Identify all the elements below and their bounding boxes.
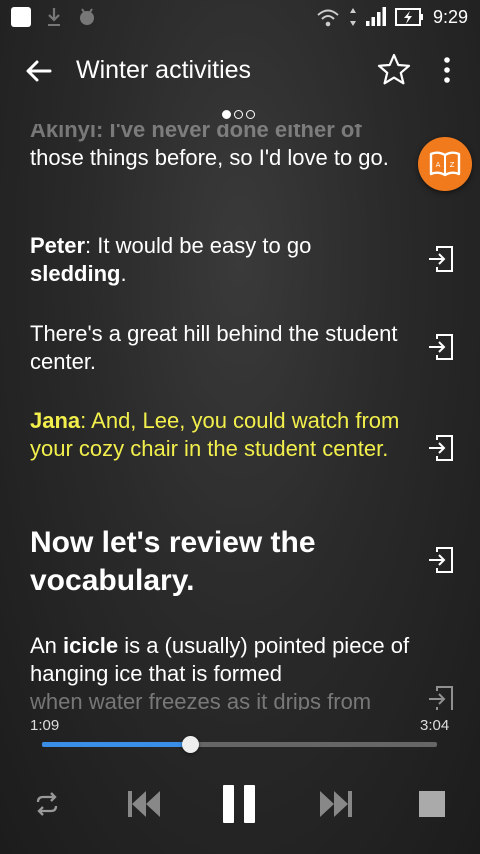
data-arrows-icon	[349, 8, 356, 26]
goto-icon[interactable]	[426, 684, 456, 710]
skip-next-icon[interactable]	[318, 788, 354, 820]
app-bar: Winter activities	[0, 40, 480, 104]
transcript-line-current[interactable]: Jana: And, Lee, you could watch from you…	[30, 407, 410, 463]
clock: 9:29	[432, 6, 468, 27]
page-title: Winter activities	[76, 56, 252, 84]
download-icon	[48, 8, 60, 26]
vocab-word: sledding	[30, 261, 121, 286]
page-dot-active[interactable]	[222, 110, 231, 119]
transcript-line[interactable]: those things before, so I'd love to go.	[30, 144, 410, 172]
stop-icon[interactable]	[419, 791, 445, 817]
skip-previous-icon[interactable]	[126, 788, 162, 820]
dictionary-icon: A Z	[429, 151, 461, 177]
seek-thumb[interactable]	[182, 736, 200, 753]
seek-bar[interactable]	[42, 736, 437, 753]
page-indicator	[222, 110, 255, 119]
total-time: 3:04	[420, 717, 450, 734]
page-dot[interactable]	[246, 110, 255, 119]
transcript-heading[interactable]: Now let's review the vocabulary.	[30, 524, 410, 600]
goto-icon[interactable]	[426, 332, 456, 362]
wifi-icon	[317, 9, 339, 27]
transcript-line[interactable]: An icicle is a (usually) pointed piece o…	[30, 632, 410, 710]
transcript-line[interactable]: There's a great hill behind the student …	[30, 320, 410, 376]
notification-square-icon	[11, 7, 31, 27]
dictionary-button[interactable]: A Z	[418, 137, 472, 191]
speaker-name: Peter	[30, 233, 86, 258]
svg-text:Z: Z	[450, 161, 455, 169]
android-debug-icon	[80, 8, 94, 25]
transcript-line[interactable]: Peter: It would be easy to go sledding.	[30, 232, 410, 288]
vocab-word: icicle	[63, 633, 119, 658]
repeat-icon[interactable]	[32, 789, 62, 819]
transcript-cut-line: Akinyi: I've never done either of	[30, 124, 362, 142]
transcript: Akinyi: I've never done either of those …	[0, 124, 480, 710]
speaker-name: Jana	[30, 408, 81, 433]
goto-icon[interactable]	[426, 433, 456, 463]
status-bar: 9:29	[0, 0, 480, 36]
seek-progress	[42, 742, 191, 747]
pause-icon[interactable]	[221, 784, 257, 824]
back-arrow-icon[interactable]	[22, 54, 56, 88]
battery-charging-icon	[394, 8, 423, 26]
elapsed-time: 1:09	[30, 717, 60, 734]
goto-icon[interactable]	[426, 545, 456, 575]
signal-icon	[365, 7, 386, 26]
more-vert-icon[interactable]	[438, 54, 456, 86]
star-icon[interactable]	[376, 52, 412, 88]
page-dot[interactable]	[234, 110, 243, 119]
svg-text:A: A	[436, 161, 441, 169]
goto-icon[interactable]	[426, 244, 456, 274]
